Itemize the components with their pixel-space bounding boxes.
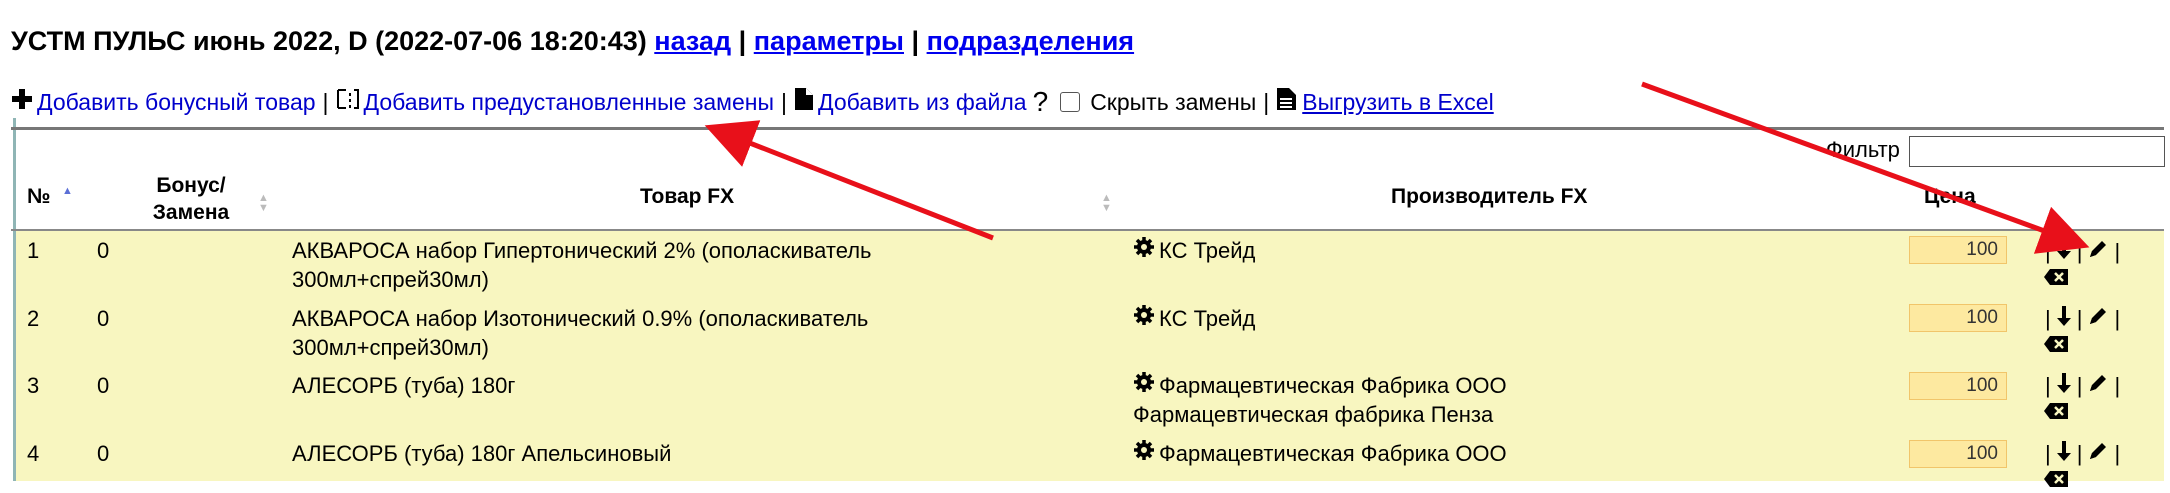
toolbar: Добавить бонусный товар | Добавить преду…	[11, 86, 1494, 118]
row-manufacturer: КС Трейд	[1133, 236, 1255, 265]
edit-icon[interactable]	[2087, 305, 2109, 333]
hide-replacements-checkbox[interactable]	[1060, 92, 1081, 112]
gear-icon[interactable]	[1133, 304, 1155, 333]
separator: |	[2114, 239, 2121, 264]
separator: |	[2076, 239, 2083, 264]
add-from-file-link[interactable]: Добавить из файла	[818, 89, 1027, 116]
edit-icon[interactable]	[2087, 238, 2109, 266]
gear-icon[interactable]	[1133, 439, 1155, 468]
row-number: 1	[27, 238, 40, 263]
row-number: 3	[27, 373, 40, 398]
row-product: АЛЕСОРБ (туба) 180г	[292, 371, 515, 400]
separator: |	[2045, 441, 2051, 466]
row-actions: | | |	[2040, 440, 2125, 468]
edit-icon[interactable]	[2087, 372, 2109, 400]
departments-link[interactable]: подразделения	[927, 26, 1134, 56]
separator: |	[2114, 441, 2121, 466]
arrow-to-preset-replacements	[704, 120, 994, 241]
column-header-manufacturer[interactable]: Производитель FX	[1391, 185, 1587, 209]
delete-icon[interactable]	[2043, 402, 2069, 425]
row-actions: | | |	[2040, 372, 2125, 400]
product-line2: 300мл+спрей30мл)	[292, 267, 489, 292]
excel-export-icon	[1276, 87, 1298, 117]
separator: |	[322, 88, 329, 115]
separator: |	[2114, 306, 2121, 331]
separator: |	[911, 26, 920, 56]
column-header-number[interactable]: №	[27, 185, 50, 209]
gear-icon[interactable]	[1133, 371, 1155, 400]
product-line2: 300мл+спрей30мл)	[292, 335, 489, 360]
sort-asc-icon[interactable]: ▲	[62, 186, 73, 197]
add-preset-replacements-link[interactable]: Добавить предустановленные замены	[364, 89, 775, 116]
row-bonus: 0	[97, 306, 110, 331]
filter-label: Фильтр	[1826, 137, 1900, 162]
column-header-bonus-line2: Замена	[152, 201, 230, 224]
separator: |	[2045, 306, 2051, 331]
back-link[interactable]: назад	[654, 26, 731, 56]
price-input[interactable]: 100	[1909, 236, 2007, 264]
preset-replacements-icon	[336, 87, 360, 117]
manufacturer-name: КС Трейд	[1159, 238, 1256, 263]
manufacturer-alt-name: Фармацевтическая фабрика Пенза	[1133, 402, 1494, 427]
row-product: АКВАРОСА набор Изотонический 0.9% (опола…	[292, 304, 868, 362]
separator: |	[2045, 239, 2051, 264]
product-line1: АЛЕСОРБ (туба) 180г	[292, 373, 516, 398]
row-actions: | | |	[2040, 238, 2125, 266]
separator: |	[781, 88, 787, 115]
price-input[interactable]: 100	[1909, 304, 2007, 332]
row-number: 4	[27, 441, 40, 466]
row-manufacturer: Фармацевтическая Фабрика ООО	[1133, 439, 1507, 468]
row-bonus: 0	[97, 373, 110, 398]
move-down-icon[interactable]	[2056, 305, 2072, 333]
price-input[interactable]: 100	[1909, 372, 2007, 400]
toolbar-divider	[11, 127, 2164, 130]
parameters-link[interactable]: параметры	[754, 26, 904, 56]
edit-icon[interactable]	[2087, 440, 2109, 468]
row-bonus: 0	[97, 238, 110, 263]
manufacturer-name: Фармацевтическая Фабрика ООО	[1159, 441, 1507, 466]
row-manufacturer: КС Трейд	[1133, 304, 1255, 333]
filter-input[interactable]	[1909, 136, 2165, 167]
page-title: УСТМ ПУЛЬС июнь 2022, D (2022-07-06 18:2…	[11, 26, 647, 56]
page-title-line: УСТМ ПУЛЬС июнь 2022, D (2022-07-06 18:2…	[11, 26, 1134, 57]
product-line1: АКВАРОСА набор Изотонический 0.9% (опола…	[292, 306, 869, 331]
row-product: АЛЕСОРБ (туба) 180г Апельсиновый	[292, 439, 671, 468]
move-down-icon[interactable]	[2056, 440, 2072, 468]
add-bonus-product-link[interactable]: Добавить бонусный товар	[37, 89, 316, 116]
separator: |	[2076, 373, 2083, 398]
help-icon[interactable]: ?	[1033, 86, 1049, 118]
product-line1: АЛЕСОРБ (туба) 180г Апельсиновый	[292, 441, 672, 466]
separator: |	[2045, 373, 2051, 398]
gear-icon[interactable]	[1133, 236, 1155, 265]
column-header-price[interactable]: Цена	[1924, 185, 1976, 209]
move-down-icon[interactable]	[2056, 372, 2072, 400]
row-bonus: 0	[97, 441, 110, 466]
separator: |	[2114, 373, 2121, 398]
plus-icon	[11, 88, 33, 116]
separator: |	[2076, 306, 2083, 331]
export-excel-link[interactable]: Выгрузить в Excel	[1302, 89, 1493, 116]
row-product: АКВАРОСА набор Гипертонический 2% (опола…	[292, 236, 872, 294]
sort-icon[interactable]: ▲ ▼	[1101, 193, 1112, 214]
row-actions: | | |	[2040, 305, 2125, 333]
row-number: 2	[27, 306, 40, 331]
delete-icon[interactable]	[2043, 470, 2069, 493]
price-input[interactable]: 100	[1909, 440, 2007, 468]
product-line1: АКВАРОСА набор Гипертонический 2% (опола…	[292, 238, 872, 263]
file-icon	[794, 87, 814, 117]
delete-icon[interactable]	[2043, 335, 2069, 358]
column-header-product[interactable]: Товар FX	[640, 185, 734, 209]
separator: |	[2076, 441, 2083, 466]
separator: |	[1263, 88, 1270, 115]
column-header-bonus-line1: Бонус/	[156, 174, 226, 197]
sort-icon[interactable]: ▲ ▼	[258, 193, 269, 214]
manufacturer-name: Фармацевтическая Фабрика ООО	[1159, 373, 1507, 398]
manufacturer-name: КС Трейд	[1159, 306, 1256, 331]
column-header-bonus[interactable]: Бонус/ Замена	[126, 172, 256, 226]
delete-icon[interactable]	[2043, 268, 2069, 291]
separator: |	[738, 26, 747, 56]
hide-replacements-label: Скрыть замены	[1090, 88, 1257, 115]
move-down-icon[interactable]	[2056, 238, 2072, 266]
row-manufacturer: Фармацевтическая Фабрика ООО Фармацевтич…	[1133, 371, 1507, 429]
